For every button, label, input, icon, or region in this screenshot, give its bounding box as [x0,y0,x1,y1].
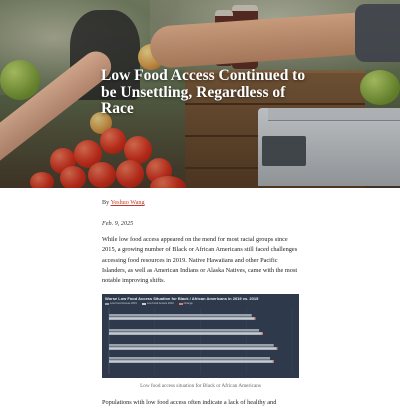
chart-plot [108,308,293,375]
article-body: By Yeshuo Wang Feb. 9, 2025 While low fo… [102,199,302,409]
change-marker [261,332,263,336]
hero-image: Low Food Access Continued to be Unsettli… [0,0,400,188]
chart-bar [109,329,260,333]
chart-bar [109,360,274,364]
page-title: Low Food Access Continued to be Unsettli… [101,67,306,117]
chart-bar [109,357,271,361]
chart-bar [109,317,256,321]
figure-caption: Low food access situation for Black or A… [140,383,261,390]
paragraph: Populations with low food access often i… [102,399,277,407]
paragraph: While low food access appeared on the me… [102,236,298,285]
chart-bar [109,347,278,351]
change-marker [272,360,274,364]
chart-bar [109,344,274,348]
byline-prefix: By [102,199,110,206]
chart-bar [109,332,263,336]
chart: Worse Low Food Access Situation for Blac… [102,294,299,379]
change-marker [276,347,278,351]
author-link[interactable]: Yeshuo Wang [111,199,145,206]
figure: Worse Low Food Access Situation for Blac… [102,294,299,389]
byline: By Yeshuo Wang [102,199,302,206]
change-marker [254,317,256,321]
chart-bar [109,314,252,318]
publish-date: Feb. 9, 2025 [102,220,134,227]
